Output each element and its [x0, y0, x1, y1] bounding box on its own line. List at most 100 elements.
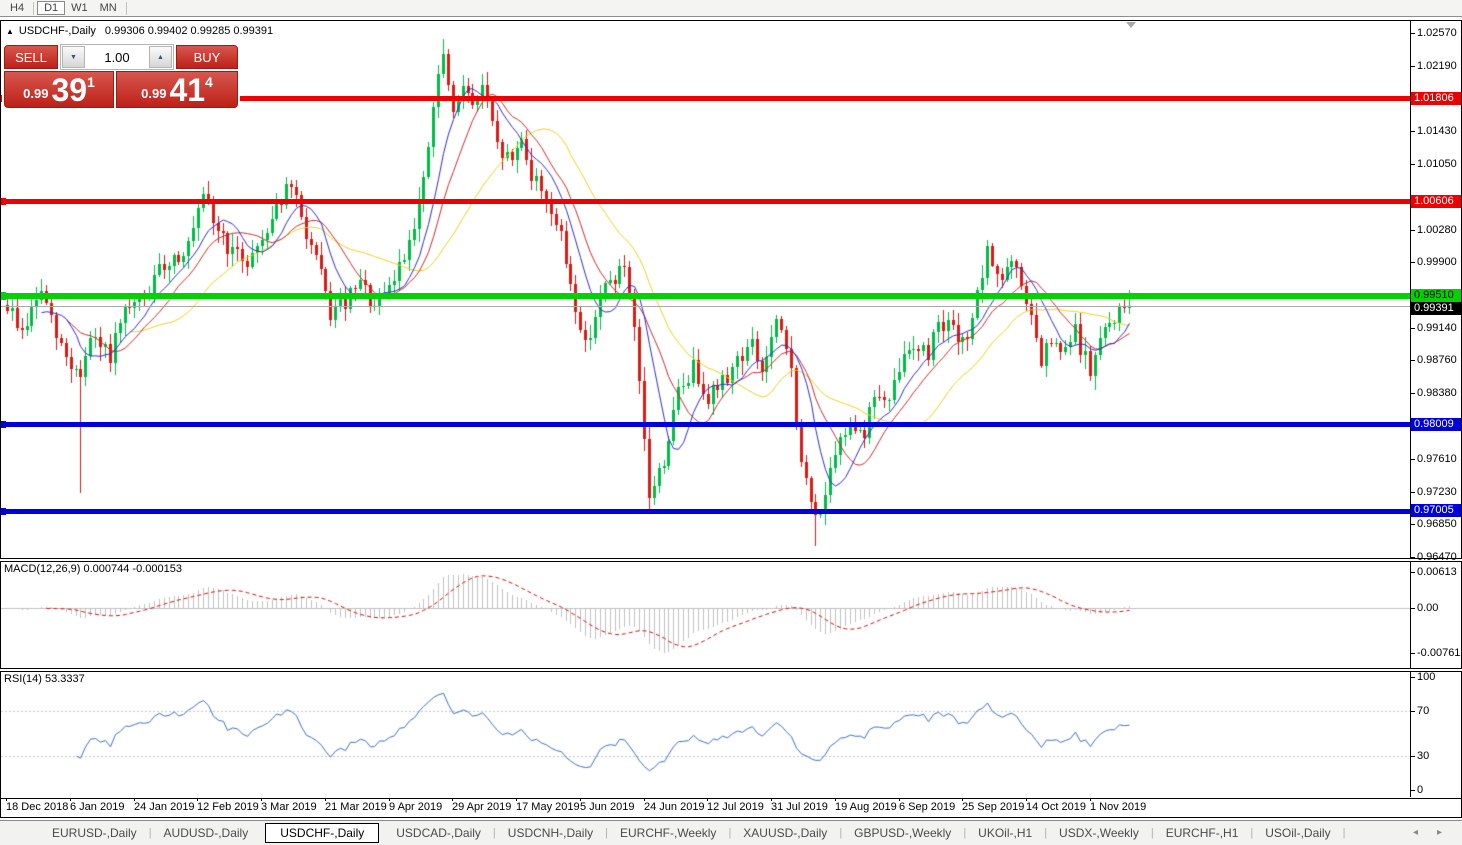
horizontal-line-0.97005[interactable]	[0, 509, 1412, 514]
chart-tab-usoil-daily[interactable]: USOil-,Daily	[1253, 823, 1342, 843]
sell-button[interactable]: SELL	[4, 45, 58, 69]
price-axis-tick-label: 0.96850	[1417, 518, 1457, 530]
tab-scroll-left-icon[interactable]: ◂	[1413, 827, 1418, 838]
volume-increase-button[interactable]: ▲	[149, 46, 172, 68]
date-axis-label: 31 Jul 2019	[771, 801, 828, 813]
price-axis-tick-label: 1.01050	[1417, 158, 1457, 170]
sell-price-big: 39	[51, 71, 88, 108]
rsi-panel-canvas[interactable]	[1, 672, 1410, 798]
axis-price-label: 1.00606	[1411, 195, 1461, 208]
line-left-anchor[interactable]	[0, 508, 6, 515]
line-left-anchor[interactable]	[0, 292, 6, 300]
price-axis-tick-label: 0.96470	[1417, 551, 1457, 563]
chart-shift-marker-icon[interactable]	[1126, 22, 1136, 28]
one-click-panel-toggle-icon[interactable]: ▲	[6, 27, 14, 36]
axis-price-label: 1.01806	[1411, 92, 1461, 105]
horizontal-line-0.99510[interactable]	[0, 293, 1412, 299]
chart-tab-audusd-daily[interactable]: AUDUSD-,Daily	[152, 823, 261, 843]
chart-tab-gbpusd-weekly[interactable]: GBPUSD-,Weekly	[842, 823, 963, 843]
price-macd-splitter[interactable]	[0, 558, 1462, 562]
price-axis-tick	[1410, 360, 1415, 361]
axis-divider-line	[1410, 21, 1411, 797]
macd-axis-tick	[1410, 653, 1415, 654]
rsi-axis-tick	[1410, 790, 1415, 791]
price-axis-tick	[1410, 66, 1415, 67]
macd-rsi-splitter[interactable]	[0, 668, 1462, 672]
tab-separator: |	[1342, 827, 1346, 839]
price-axis-tick-label: 1.00280	[1417, 224, 1457, 236]
sell-price-button[interactable]: 0.99 39 1	[4, 71, 114, 108]
buy-button[interactable]: BUY	[176, 45, 238, 69]
date-axis-label: 5 Jun 2019	[580, 801, 635, 813]
price-axis-tick-label: 1.01430	[1417, 125, 1457, 137]
macd-indicator-label: MACD(12,26,9) 0.000744 -0.000153	[4, 563, 182, 575]
date-axis-label: 24 Jun 2019	[644, 801, 705, 813]
date-axis-label: 14 Oct 2019	[1026, 801, 1086, 813]
date-axis-label: 12 Feb 2019	[197, 801, 259, 813]
price-axis-tick	[1410, 131, 1415, 132]
buy-price-big: 41	[169, 71, 206, 108]
date-axis-label: 1 Nov 2019	[1090, 801, 1147, 813]
volume-box: ▼ ▲	[60, 44, 174, 70]
volume-input[interactable]	[86, 45, 148, 69]
timeframe-button-mn[interactable]: MN	[94, 1, 123, 16]
tab-scroll-right-icon[interactable]: ▸	[1437, 827, 1442, 838]
macd-axis-tick	[1410, 572, 1415, 573]
date-axis-label: 6 Jan 2019	[70, 801, 125, 813]
line-left-anchor[interactable]	[0, 421, 6, 428]
rsi-dateaxis-divider	[0, 798, 1462, 799]
date-axis-label: 18 Dec 2018	[6, 801, 69, 813]
macd-panel-canvas[interactable]	[1, 562, 1410, 668]
rsi-axis-tick-label: 0	[1417, 784, 1424, 796]
price-axis-tick	[1410, 262, 1415, 263]
price-axis-tick-label: 0.97610	[1417, 453, 1457, 465]
date-axis-label: 12 Jul 2019	[707, 801, 764, 813]
axis-price-label: 0.99510	[1411, 289, 1461, 302]
timeframe-button-h4[interactable]: H4	[4, 1, 30, 16]
chart-tab-usdcad-daily[interactable]: USDCAD-,Daily	[384, 823, 493, 843]
timeframe-button-d1[interactable]: D1	[37, 1, 66, 15]
macd-axis-tick-label: 0.00	[1417, 602, 1439, 614]
price-axis-tick	[1410, 459, 1415, 460]
date-axis-label: 29 Apr 2019	[452, 801, 512, 813]
price-axis-tick	[1410, 393, 1415, 394]
price-axis-tick	[1410, 230, 1415, 231]
chart-tab-eurusd-daily[interactable]: EURUSD-,Daily	[40, 823, 149, 843]
chart-tab-bar: EURUSD-,Daily | AUDUSD-,Daily USDCHF-,Daily…	[0, 820, 1462, 845]
volume-decrease-button[interactable]: ▼	[62, 46, 85, 68]
current-price-label: 0.99391	[1411, 302, 1461, 315]
rsi-axis-tick-label: 70	[1417, 705, 1430, 717]
rsi-axis-tick	[1410, 756, 1415, 757]
chart-tab-eurchf-weekly[interactable]: EURCHF-,Weekly	[608, 823, 728, 843]
sell-price-prefix: 0.99	[23, 86, 49, 101]
price-axis-tick-label: 0.98760	[1417, 354, 1457, 366]
horizontal-line-0.98009[interactable]	[0, 422, 1412, 427]
chart-tab-xauusd-daily[interactable]: XAUUSD-,Daily	[731, 823, 839, 843]
date-axis-label: 6 Sep 2019	[899, 801, 956, 813]
chart-tab-usdchf-daily[interactable]: USDCHF-,Daily	[265, 823, 380, 843]
macd-axis-tick-label: -0.007612	[1417, 647, 1462, 659]
current-price-line	[0, 306, 1410, 307]
price-axis-tick	[1410, 492, 1415, 493]
price-axis-tick	[1410, 33, 1415, 34]
axis-price-label: 0.98009	[1411, 418, 1461, 431]
chart-tab-usdcnh-daily[interactable]: USDCNH-,Daily	[496, 823, 605, 843]
mt4-terminal: H4 D1 W1 MN ▲ USDCHF-,Daily 0.99306 0.99402…	[0, 0, 1462, 845]
buy-button-label: BUY	[193, 49, 221, 65]
chart-tab-ukoil-h1[interactable]: UKOil-,H1	[966, 823, 1044, 843]
price-axis-tick	[1410, 164, 1415, 165]
horizontal-line-1.00606[interactable]	[0, 199, 1412, 204]
rsi-axis-tick-label: 100	[1417, 671, 1436, 683]
price-axis-tick-label: 0.99900	[1417, 256, 1457, 268]
price-axis-tick	[1410, 524, 1415, 525]
date-axis-label: 19 Aug 2019	[835, 801, 897, 813]
date-axis-label: 24 Jan 2019	[134, 801, 195, 813]
timeframe-button-w1[interactable]: W1	[65, 1, 94, 16]
line-left-anchor[interactable]	[0, 198, 6, 205]
chevron-up-icon: ▲	[157, 53, 164, 61]
rsi-indicator-label: RSI(14) 53.3337	[4, 673, 85, 685]
macd-axis-tick-label: 0.00613	[1417, 566, 1457, 578]
buy-price-button[interactable]: 0.99 41 4	[116, 71, 238, 108]
chart-tab-usdx-weekly[interactable]: USDX-,Weekly	[1047, 823, 1151, 843]
chart-tab-eurchf-h1[interactable]: EURCHF-,H1	[1154, 823, 1251, 843]
